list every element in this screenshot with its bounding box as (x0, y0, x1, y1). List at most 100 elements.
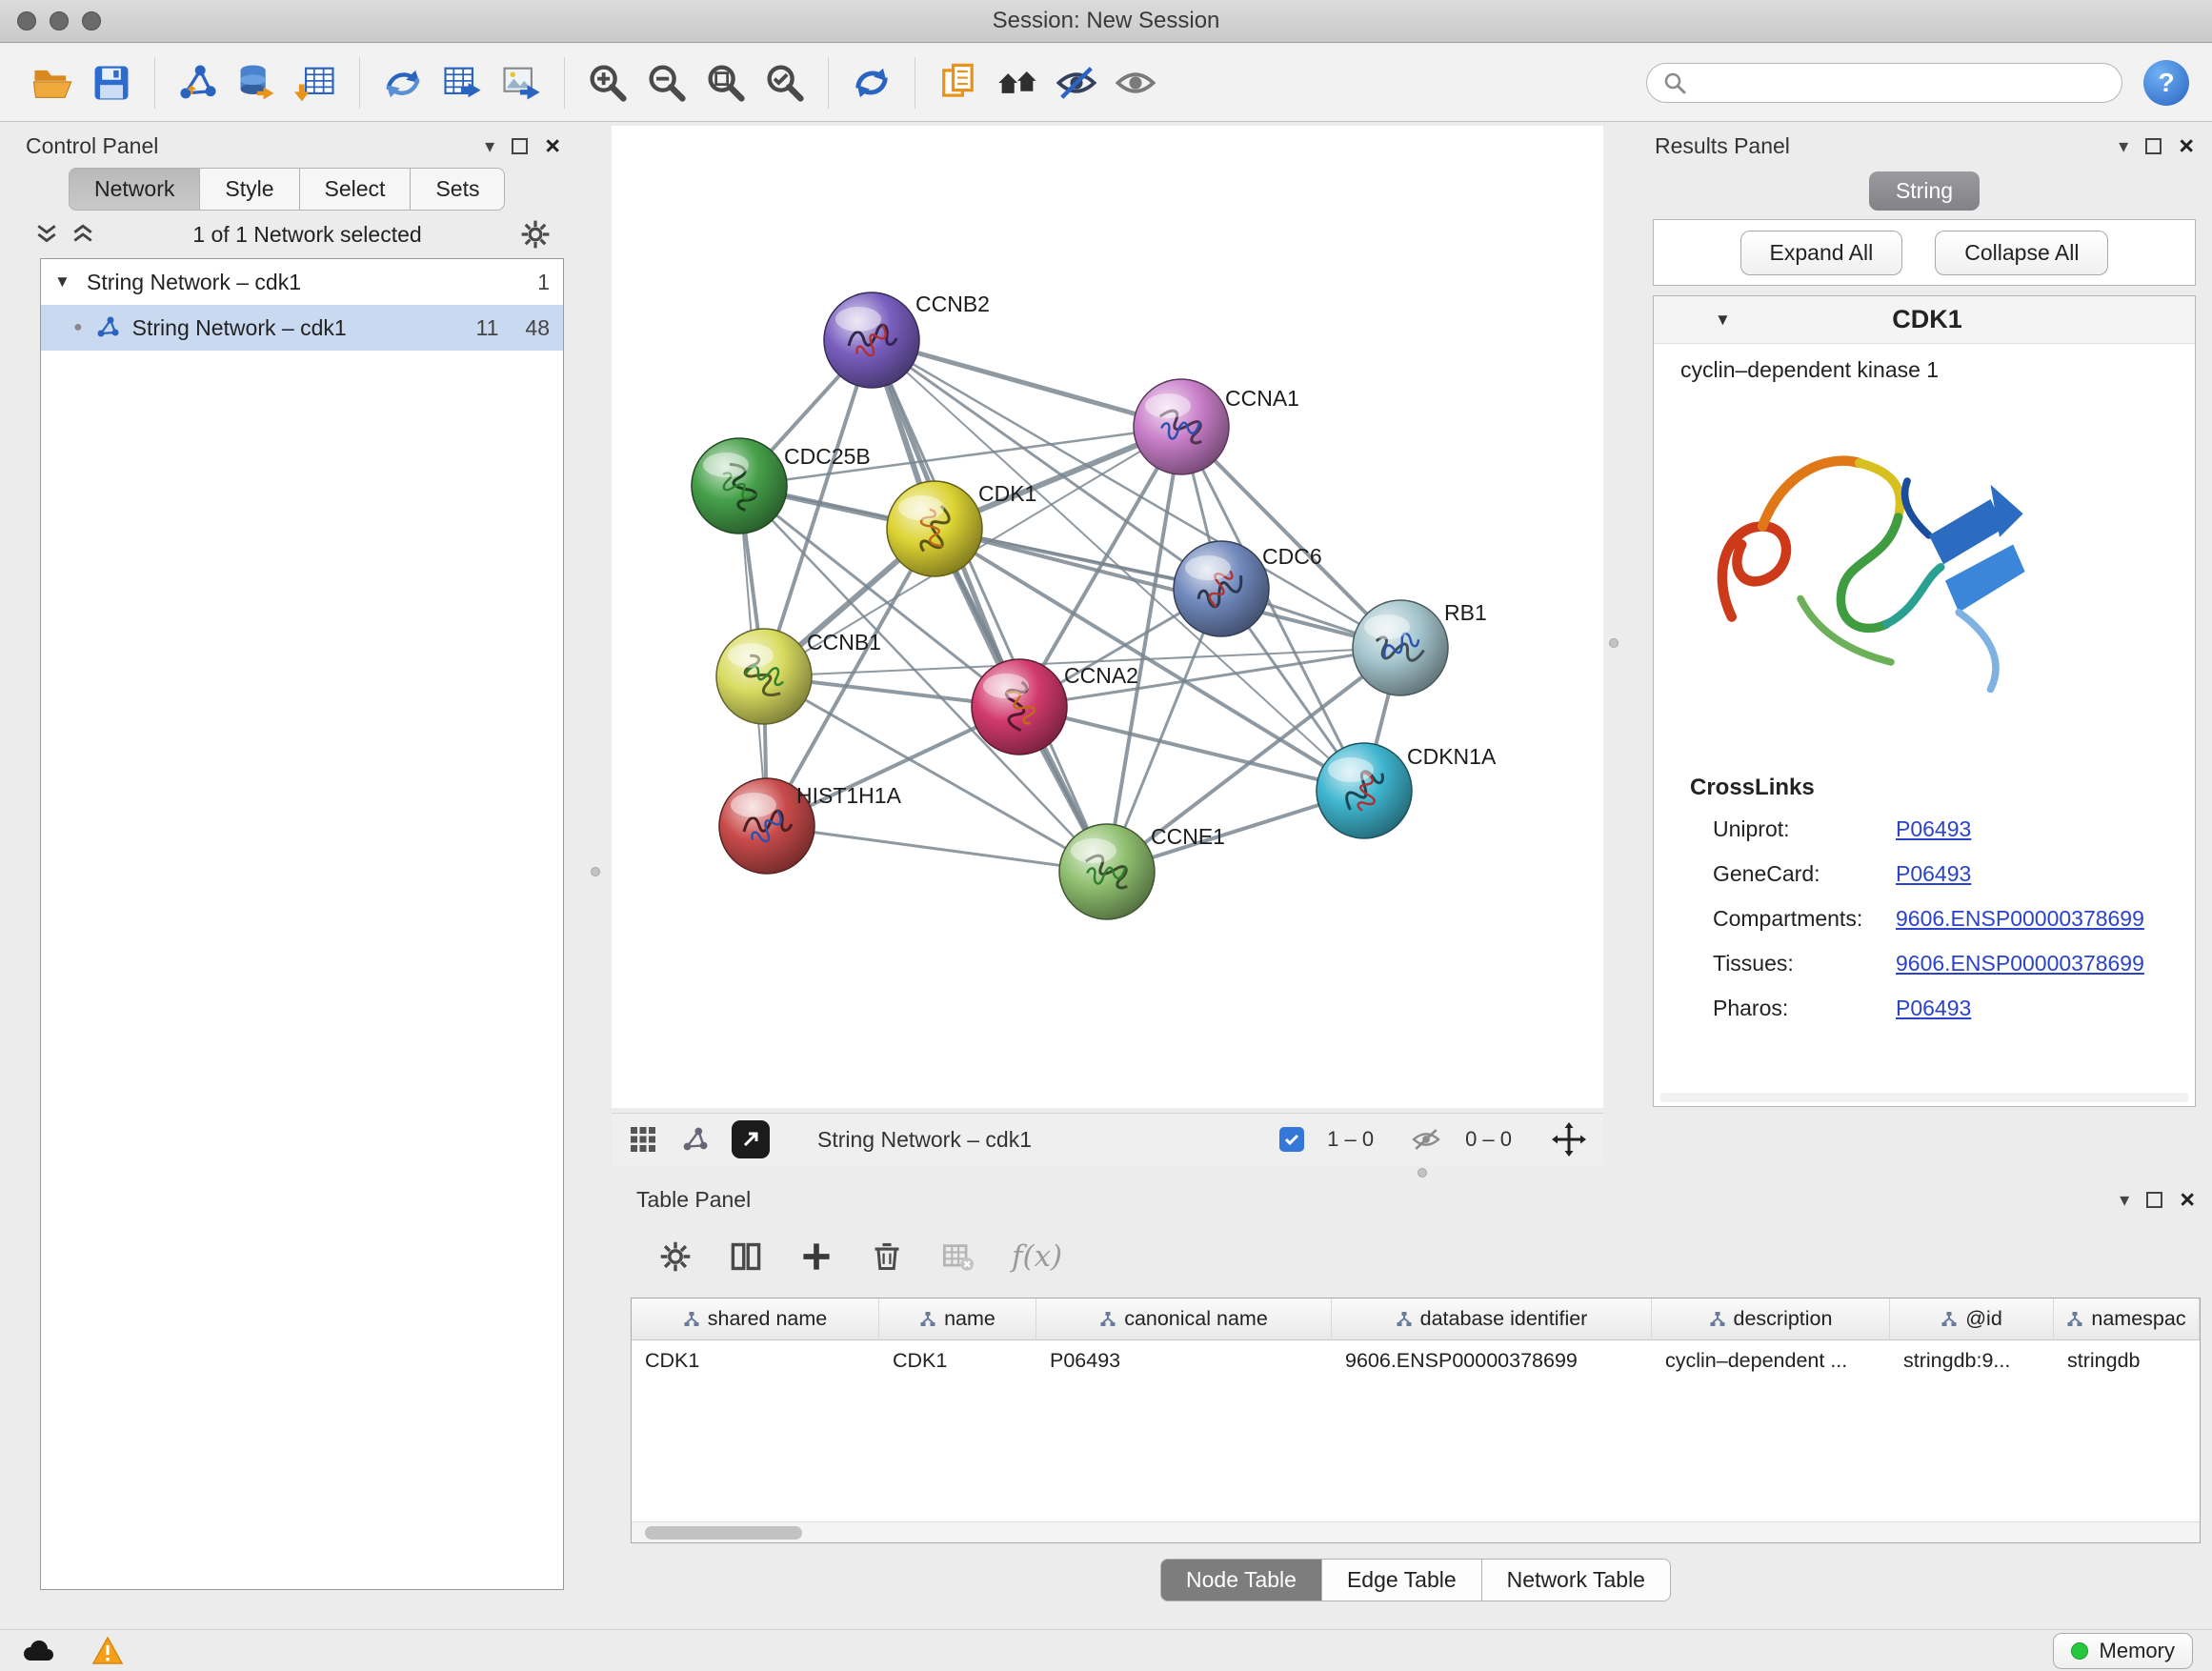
column-header[interactable]: @id (1890, 1299, 2054, 1339)
crosslink-link[interactable]: 9606.ENSP00000378699 (1896, 951, 2144, 976)
panel-menu-icon[interactable]: ▾ (2119, 134, 2128, 158)
table-row[interactable]: CDK1 CDK1 P06493 9606.ENSP00000378699 cy… (632, 1340, 2200, 1382)
expand-all-button[interactable]: Expand All (1740, 231, 1903, 275)
scrollbar-thumb[interactable] (645, 1526, 802, 1540)
export-network-icon[interactable] (373, 53, 432, 112)
tab-edge-table[interactable]: Edge Table (1322, 1559, 1482, 1601)
right-splitter-handle[interactable] (1609, 638, 1619, 648)
panel-menu-icon[interactable]: ▾ (485, 134, 494, 158)
zoom-fit-icon[interactable] (696, 53, 755, 112)
network-overview-icon[interactable] (680, 1125, 709, 1154)
crosslink-link[interactable]: P06493 (1896, 816, 1971, 842)
crosslink-link[interactable]: 9606.ENSP00000378699 (1896, 906, 2144, 932)
network-node[interactable] (1353, 600, 1448, 695)
zoom-selected-icon[interactable] (755, 53, 814, 112)
import-table-icon[interactable] (287, 53, 346, 112)
column-header[interactable]: namespac (2054, 1299, 2200, 1339)
panel-menu-icon[interactable]: ▾ (2120, 1188, 2129, 1212)
results-scrollbar[interactable] (1659, 1093, 2189, 1102)
tab-style[interactable]: Style (200, 168, 299, 211)
close-window-button[interactable] (17, 11, 36, 30)
bottom-splitter-handle[interactable] (1418, 1168, 1427, 1178)
tab-sets[interactable]: Sets (411, 168, 505, 211)
string-results-tab[interactable]: String (1869, 171, 1980, 211)
left-splitter-handle[interactable] (591, 867, 600, 876)
crosslink-link[interactable]: P06493 (1896, 861, 1971, 887)
network-node[interactable] (1317, 743, 1412, 838)
selection-checkbox[interactable] (1279, 1127, 1304, 1152)
documents-icon[interactable] (929, 53, 988, 112)
memory-button[interactable]: Memory (2053, 1633, 2193, 1669)
tab-network[interactable]: Network (69, 168, 200, 211)
birds-eye-view-icon[interactable] (629, 1125, 657, 1154)
collection-count: 1 (537, 270, 550, 295)
column-header[interactable]: shared name (632, 1299, 879, 1339)
zoom-out-icon[interactable] (637, 53, 696, 112)
tab-network-table[interactable]: Network Table (1482, 1559, 1671, 1601)
collection-expander-icon[interactable]: ▼ (54, 272, 75, 292)
table-horizontal-scrollbar[interactable] (632, 1521, 2200, 1542)
network-collection-row[interactable]: ▼ String Network – cdk1 1 (41, 259, 563, 305)
zoom-in-icon[interactable] (578, 53, 637, 112)
column-header[interactable]: canonical name (1036, 1299, 1332, 1339)
minimize-window-button[interactable] (50, 11, 69, 30)
export-image-icon[interactable] (492, 53, 551, 112)
network-node[interactable] (824, 292, 919, 388)
float-panel-icon[interactable] (512, 138, 528, 154)
collapse-all-icon[interactable] (35, 223, 58, 246)
column-header[interactable]: name (879, 1299, 1036, 1339)
column-header[interactable]: description (1652, 1299, 1890, 1339)
homology-icon[interactable] (988, 53, 1047, 112)
tab-select[interactable]: Select (300, 168, 412, 211)
hide-selected-icon[interactable] (1047, 53, 1106, 112)
close-panel-icon[interactable]: × (2180, 1187, 2195, 1213)
crosslink-label: Compartments: (1713, 906, 1896, 932)
cell-database-identifier: 9606.ENSP00000378699 (1332, 1340, 1652, 1382)
tab-node-table[interactable]: Node Table (1160, 1559, 1322, 1601)
network-node[interactable] (692, 438, 787, 534)
save-session-icon[interactable] (82, 53, 141, 112)
import-network-database-icon[interactable] (228, 53, 287, 112)
search-input[interactable] (1697, 70, 2106, 95)
pan-crosshair-icon[interactable] (1552, 1122, 1586, 1157)
import-network-file-icon[interactable] (169, 53, 228, 112)
help-button[interactable]: ? (2143, 60, 2189, 106)
network-node[interactable] (1174, 541, 1269, 636)
control-panel: Control Panel ▾ × Network Style Select S… (14, 126, 572, 1599)
gear-icon[interactable] (520, 219, 551, 250)
network-node[interactable] (716, 629, 812, 724)
cell-description: cyclin–dependent ... (1652, 1340, 1890, 1382)
close-panel-icon[interactable]: × (545, 133, 560, 159)
network-canvas[interactable]: CCNB2CCNA1CDC25BCDK1CDC6RB1CCNB1CCNA2CDK… (612, 126, 1603, 1108)
hidden-count: 0 – 0 (1465, 1127, 1512, 1152)
network-row-selected[interactable]: ● String Network – cdk1 11 48 (41, 305, 563, 351)
detach-view-button[interactable] (732, 1120, 770, 1158)
close-panel-icon[interactable]: × (2179, 133, 2194, 159)
toolbar-separator (359, 57, 360, 109)
export-table-icon[interactable] (432, 53, 492, 112)
collapse-all-button[interactable]: Collapse All (1935, 231, 2108, 275)
warning-icon[interactable] (91, 1636, 124, 1666)
table-settings-gear-icon[interactable] (659, 1240, 692, 1273)
delete-column-icon[interactable] (871, 1240, 903, 1273)
network-node[interactable] (887, 481, 982, 576)
crosslink-link[interactable]: P06493 (1896, 996, 1971, 1021)
maximize-window-button[interactable] (82, 11, 101, 30)
cloud-icon[interactable] (19, 1637, 57, 1665)
expand-all-icon[interactable] (71, 223, 94, 246)
float-panel-icon[interactable] (2146, 1192, 2162, 1208)
float-panel-icon[interactable] (2145, 138, 2162, 154)
open-session-icon[interactable] (23, 53, 82, 112)
column-header[interactable]: database identifier (1332, 1299, 1652, 1339)
eye-icon[interactable] (1106, 53, 1165, 112)
network-node[interactable] (1134, 379, 1229, 474)
add-column-icon[interactable] (800, 1240, 833, 1273)
window-title: Session: New Session (993, 8, 1220, 34)
cell-name: CDK1 (879, 1340, 1036, 1382)
gene-expander-icon[interactable]: ▼ (1715, 311, 1736, 330)
crosslink-label: Tissues: (1713, 951, 1896, 976)
show-columns-icon[interactable] (730, 1240, 762, 1273)
network-node[interactable] (972, 659, 1067, 755)
apply-layout-icon[interactable] (842, 53, 901, 112)
network-node[interactable] (1059, 824, 1155, 919)
